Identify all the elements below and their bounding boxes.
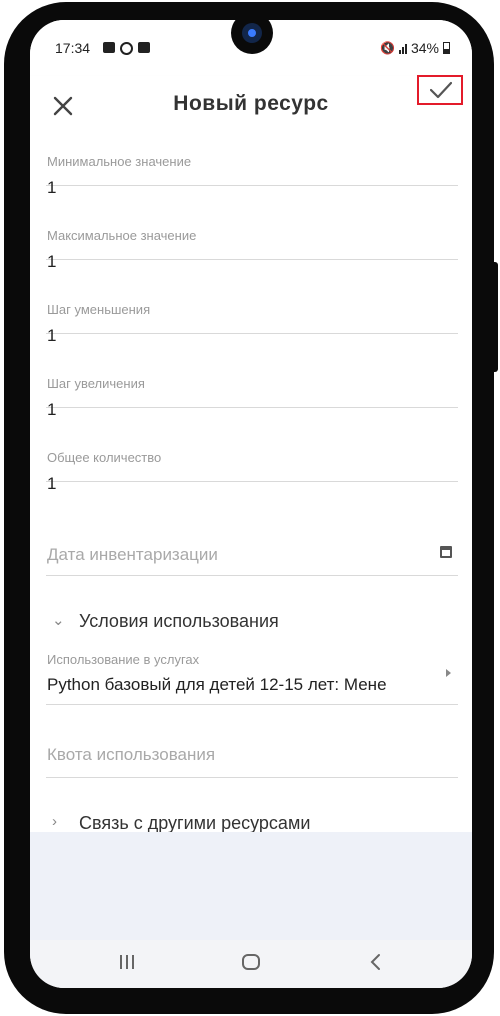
- image-icon: [103, 42, 115, 53]
- chevron-down-icon: ⌄: [52, 612, 65, 629]
- battery-icon: [443, 42, 450, 54]
- page-title: Новый ресурс: [173, 92, 329, 115]
- volume-button-lower: [6, 320, 14, 396]
- field-label: Использование в услугах: [47, 652, 200, 667]
- back-button[interactable]: [356, 952, 396, 978]
- chevron-right-icon: ›: [52, 813, 57, 830]
- empty-area: [30, 832, 472, 942]
- recent-apps-button[interactable]: [107, 952, 147, 978]
- decrement-step-field[interactable]: Шаг уменьшения 1: [46, 259, 458, 345]
- back-icon: [370, 954, 380, 970]
- calendar-icon[interactable]: [440, 546, 452, 558]
- field-label: Шаг увеличения: [47, 376, 145, 391]
- section-title: Связь с другими ресурсами: [79, 813, 311, 833]
- power-button: [488, 262, 498, 372]
- status-right: 🔇 34%: [380, 40, 450, 56]
- field-label: Шаг уменьшения: [47, 302, 151, 317]
- total-quantity-field[interactable]: Общее количество 1: [46, 407, 458, 493]
- max-value-field[interactable]: Максимальное значение 1: [46, 185, 458, 271]
- service-usage-field[interactable]: Использование в услугах Python базовый д…: [46, 646, 458, 705]
- volume-button: [6, 228, 14, 304]
- field-label: Общее количество: [47, 450, 162, 465]
- signal-icon: [398, 42, 407, 54]
- field-placeholder: Дата инвентаризации: [47, 545, 218, 564]
- system-nav-bar: [30, 940, 472, 988]
- field-value[interactable]: Python базовый для детей 12-15 лет: Мене: [47, 675, 442, 695]
- battery-level: 34%: [410, 40, 439, 56]
- usage-conditions-section[interactable]: ⌄ Условия использования: [46, 606, 458, 638]
- min-value-field[interactable]: Минимальное значение 1: [46, 136, 458, 197]
- resource-form: Минимальное значение 1 Максимальное знач…: [30, 136, 472, 833]
- app-screen: 17:34 🔇 34% Новый ресурс Минимальное зна…: [30, 20, 472, 988]
- status-notification-icons: [103, 42, 150, 55]
- app-bar: Новый ресурс: [30, 76, 472, 136]
- quota-field[interactable]: Квота использования: [46, 726, 458, 778]
- field-label: Минимальное значение: [47, 154, 192, 169]
- home-button[interactable]: [231, 952, 271, 978]
- status-time: 17:34: [55, 40, 91, 56]
- app-icon: [138, 42, 150, 53]
- inventory-date-field[interactable]: Дата инвентаризации: [46, 526, 458, 576]
- increment-step-field[interactable]: Шаг увеличения 1: [46, 333, 458, 419]
- check-icon: [430, 81, 452, 99]
- save-button[interactable]: [417, 75, 463, 105]
- field-placeholder: Квота использования: [47, 745, 216, 764]
- field-value[interactable]: 1: [47, 474, 56, 494]
- field-label: Максимальное значение: [47, 228, 197, 243]
- search-icon: [120, 42, 133, 55]
- home-icon: [242, 954, 260, 970]
- recent-apps-icon: [120, 955, 134, 969]
- mute-icon: 🔇: [380, 41, 395, 55]
- section-title: Условия использования: [79, 611, 279, 631]
- chevron-right-icon: [446, 669, 451, 677]
